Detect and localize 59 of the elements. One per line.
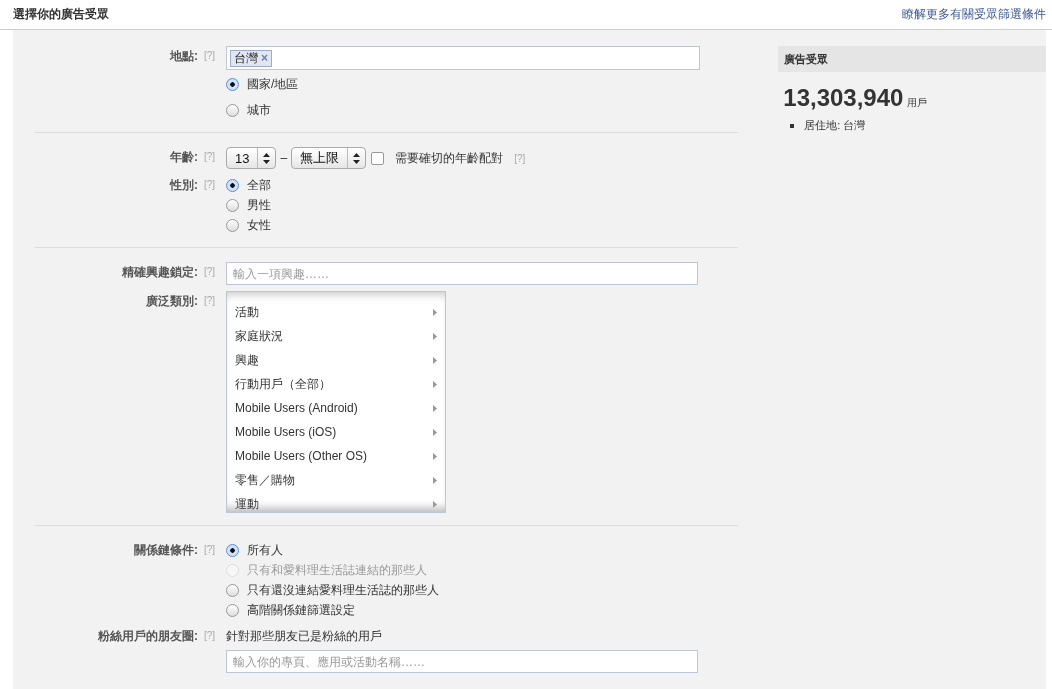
expand-arrow-icon	[433, 308, 437, 316]
field-label: 年齡:	[170, 149, 198, 166]
category-item[interactable]: Mobile Users (Android)	[227, 396, 445, 420]
radio-label: 全部	[247, 176, 271, 194]
expand-arrow-icon	[433, 428, 437, 436]
field-label: 精確興趣鎖定:	[122, 264, 198, 281]
interest-input[interactable]: 輸入一項興趣……	[226, 262, 698, 285]
radio-label: 女性	[247, 216, 271, 234]
radio-button[interactable]	[226, 218, 239, 232]
expand-arrow-icon	[433, 476, 437, 484]
range-dash: –	[280, 151, 288, 165]
field-label: 關係鏈條件:	[134, 542, 198, 559]
field-label: 地點:	[170, 48, 198, 65]
criteria-text: 居住地: 台灣	[804, 118, 866, 133]
location-field[interactable]: 台灣 ×	[226, 46, 700, 70]
category-item[interactable]: 行動用戶（全部）	[227, 372, 445, 396]
radio-button[interactable]	[226, 77, 239, 91]
expand-arrow-icon	[433, 356, 437, 364]
category-item[interactable]: 家庭狀況	[227, 324, 445, 348]
location-token: 台灣 ×	[230, 49, 272, 67]
radio-label: 只有還沒連結愛料理生活誌的那些人	[247, 581, 439, 599]
category-item[interactable]: 興趣	[227, 348, 445, 372]
radio-label: 高階關係鏈篩選設定	[247, 601, 355, 619]
bullet-icon	[790, 123, 795, 128]
max-age-select[interactable]: 無上限	[291, 147, 367, 169]
sidebar-heading: 廣告受眾	[784, 51, 829, 67]
learn-more-link[interactable]: 瞭解更多有關受眾篩選條件	[902, 6, 1046, 23]
category-item[interactable]: 活動	[227, 300, 445, 324]
radio-button[interactable]	[226, 103, 239, 117]
expand-arrow-icon	[433, 500, 437, 508]
radio-button[interactable]	[226, 198, 239, 212]
expand-arrow-icon	[433, 380, 437, 388]
radio-label: 只有和愛料理生活誌連結的那些人	[247, 561, 427, 579]
category-item[interactable]: Mobile Users (Other OS)	[227, 444, 445, 468]
radio-button[interactable]	[226, 583, 239, 597]
field-label: 廣泛類別:	[146, 293, 198, 310]
field-label: 粉絲用戶的朋友圈:	[98, 628, 198, 645]
min-age-select[interactable]: 13	[226, 147, 277, 169]
category-item[interactable]: Mobile Users (iOS)	[227, 420, 445, 444]
radio-button[interactable]	[226, 178, 239, 192]
radio-label: 城市	[247, 101, 271, 119]
expand-arrow-icon	[433, 404, 437, 412]
field-description: 針對那些朋友已是粉絲的用戶	[226, 628, 383, 645]
radio-button[interactable]	[226, 543, 239, 557]
field-label: 性別:	[170, 177, 198, 194]
category-item[interactable]: 零售／購物	[227, 468, 445, 492]
count-unit: 用戶	[907, 96, 928, 110]
expand-arrow-icon	[433, 452, 437, 460]
radio-button[interactable]	[226, 603, 239, 617]
category-item[interactable]: 運動	[227, 492, 445, 512]
expand-arrow-icon	[433, 332, 437, 340]
checkbox[interactable]	[371, 151, 385, 165]
audience-count: 13,303,940	[783, 84, 904, 112]
radio-label: 所有人	[247, 541, 283, 559]
page-name-input[interactable]: 輸入你的專頁、應用或活動名稱……	[226, 650, 698, 673]
checkbox-label: 需要確切的年齡配對	[395, 149, 504, 167]
radio-label: 男性	[247, 196, 271, 214]
page-title: 選擇你的廣告受眾	[13, 6, 109, 23]
radio-label: 國家/地區	[247, 75, 299, 93]
